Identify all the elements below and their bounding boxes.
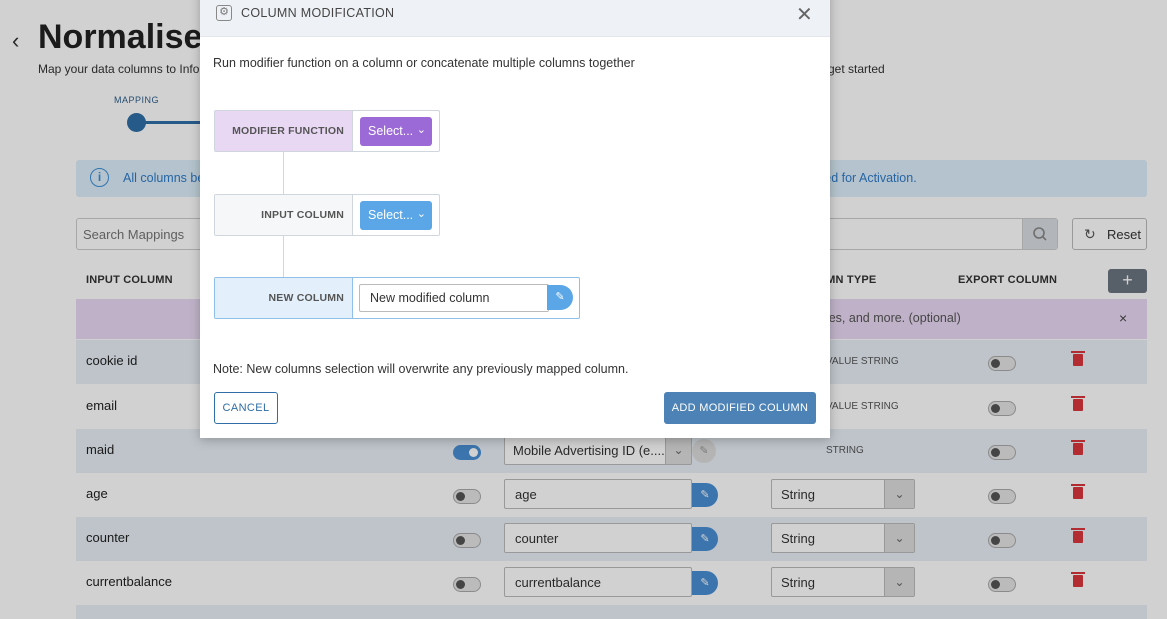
input-column-label: INPUT COLUMN: [215, 195, 353, 235]
new-column-label: NEW COLUMN: [215, 278, 353, 318]
connector-line: [283, 236, 284, 279]
modifier-function-select[interactable]: Select... ⌄: [360, 117, 432, 146]
chevron-down-icon: ⌄: [416, 124, 426, 136]
input-column-row: INPUT COLUMN Select... ⌄: [214, 194, 440, 236]
modifier-select-value: Select...: [368, 124, 414, 138]
new-column-row: NEW COLUMN ✎: [214, 277, 580, 319]
settings-icon: ⚙: [216, 5, 232, 21]
modal-description: Run modifier function on a column or con…: [213, 56, 635, 70]
modal-header: ⚙ COLUMN MODIFICATION ✕: [200, 0, 830, 37]
modifier-function-row: MODIFIER FUNCTION Select... ⌄: [214, 110, 440, 152]
modifier-function-label: MODIFIER FUNCTION: [215, 111, 353, 151]
modal-note: Note: New columns selection will overwri…: [213, 362, 629, 376]
chevron-down-icon: ⌄: [416, 208, 426, 220]
modal-title: COLUMN MODIFICATION: [241, 6, 395, 20]
pencil-icon[interactable]: ✎: [547, 285, 573, 310]
column-modification-modal: ⚙ COLUMN MODIFICATION ✕ Run modifier fun…: [200, 0, 830, 438]
connector-line: [283, 152, 284, 195]
close-icon[interactable]: ✕: [796, 2, 813, 27]
input-column-select[interactable]: Select... ⌄: [360, 201, 432, 230]
add-modified-column-button[interactable]: ADD MODIFIED COLUMN: [664, 392, 816, 424]
input-select-value: Select...: [368, 208, 414, 222]
cancel-button[interactable]: CANCEL: [214, 392, 278, 424]
new-column-input[interactable]: [359, 284, 549, 312]
